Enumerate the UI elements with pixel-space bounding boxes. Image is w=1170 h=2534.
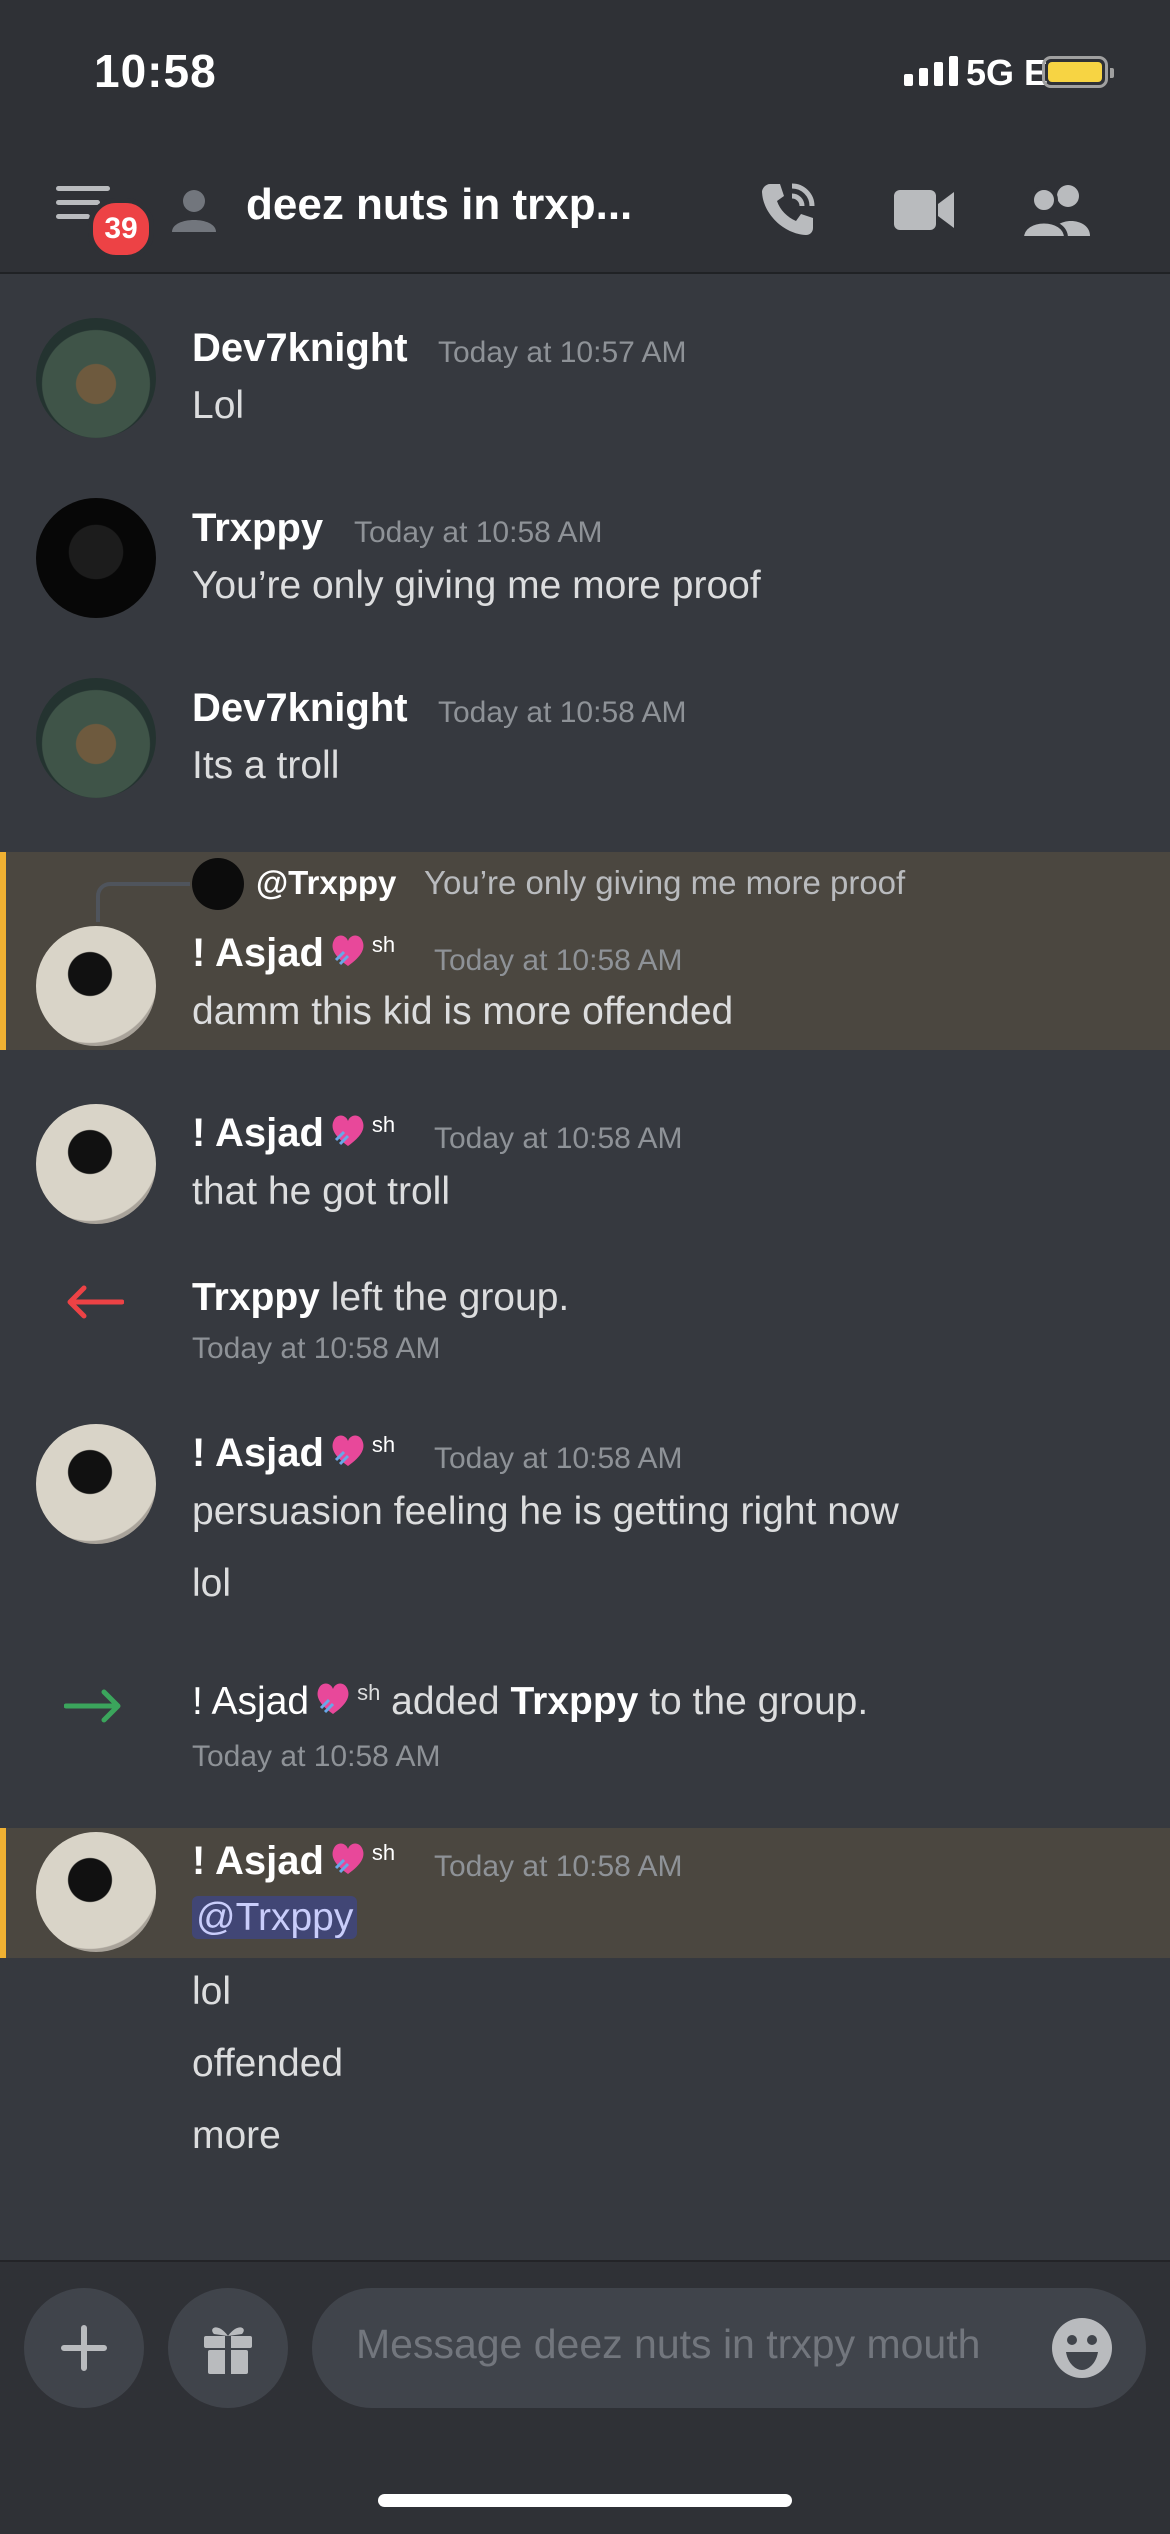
system-text: ! Asjad sh added Trxppy to the group. xyxy=(192,1680,869,1723)
avatar[interactable] xyxy=(36,318,156,438)
username[interactable]: ! Asjad sh xyxy=(192,1110,395,1156)
join-arrow-icon xyxy=(64,1689,121,1723)
username[interactable]: Dev7knight xyxy=(192,326,408,371)
message-text: lol xyxy=(192,1562,232,1605)
gift-icon xyxy=(204,2327,252,2374)
system-target-user[interactable]: Trxppy xyxy=(510,1680,638,1723)
timestamp: Today at 10:57 AM xyxy=(438,336,687,369)
timestamp: Today at 10:58 AM xyxy=(434,1850,683,1883)
message-text: @Trxppy xyxy=(192,1896,358,1940)
username[interactable]: ! Asjad sh xyxy=(192,1838,395,1884)
voice-call-icon[interactable] xyxy=(756,178,820,242)
message-input-placeholder: Message deez nuts in trxpy mouth xyxy=(356,2321,981,2367)
leave-arrow-icon xyxy=(67,1285,124,1319)
username[interactable]: Trxppy xyxy=(192,506,323,551)
home-indicator[interactable] xyxy=(378,2494,792,2507)
heart-emoji-icon xyxy=(332,1115,364,1146)
channel-title[interactable]: deez nuts in trxp... xyxy=(246,180,632,230)
message-text: Lol xyxy=(192,384,245,427)
message-text: lol xyxy=(192,1970,232,2013)
timestamp: Today at 10:58 AM xyxy=(354,516,603,549)
timestamp: Today at 10:58 AM xyxy=(434,944,683,977)
system-user[interactable]: Trxppy xyxy=(192,1276,320,1319)
message-group[interactable]: Trxppy Today at 10:58 AM You’re only giv… xyxy=(0,480,1170,640)
user-mention[interactable]: @Trxppy xyxy=(192,1896,358,1939)
timestamp: Today at 10:58 AM xyxy=(438,696,687,729)
username[interactable]: ! Asjad sh xyxy=(192,1430,395,1476)
message-group-highlighted[interactable]: @Trxppy You’re only giving me more proof… xyxy=(0,852,1170,1050)
avatar[interactable] xyxy=(36,1104,156,1224)
unread-badge: 39 xyxy=(88,198,154,260)
message-text: damm this kid is more offended xyxy=(192,990,734,1033)
message-group-highlighted[interactable]: ! Asjad sh Today at 10:58 AM @Trxppy xyxy=(0,1828,1170,1958)
gift-button[interactable] xyxy=(168,2288,288,2408)
message-text: You’re only giving me more proof xyxy=(192,564,761,607)
network-type: 5G E xyxy=(966,52,1049,93)
group-dm-icon xyxy=(172,190,216,232)
heart-emoji-icon xyxy=(317,1683,349,1714)
status-bar: 10:58 5G E xyxy=(0,0,1170,150)
username[interactable]: Dev7knight xyxy=(192,686,408,731)
members-icon[interactable] xyxy=(1020,182,1092,238)
message-text: persuasion feeling he is getting right n… xyxy=(192,1490,899,1533)
system-message-join: ! Asjad sh added Trxppy to the group. Tod… xyxy=(0,1670,1170,1790)
reply-author[interactable]: @Trxppy xyxy=(256,864,396,902)
avatar[interactable] xyxy=(36,678,156,798)
message-text: more xyxy=(192,2114,281,2157)
battery-icon xyxy=(1042,56,1114,88)
reply-connector xyxy=(96,882,190,922)
channel-header: 39 deez nuts in trxp... xyxy=(0,150,1170,274)
avatar[interactable] xyxy=(36,498,156,618)
emoji-icon[interactable] xyxy=(1050,2316,1114,2380)
status-time: 10:58 xyxy=(94,45,217,97)
system-message-leave: Trxppy left the group. Today at 10:58 AM xyxy=(0,1266,1170,1376)
message-group[interactable]: ! Asjad sh Today at 10:58 AM persuasion f… xyxy=(0,1420,1170,1620)
message-group[interactable]: Dev7knight Today at 10:58 AM Its a troll xyxy=(0,660,1170,820)
avatar[interactable] xyxy=(36,1832,156,1952)
heart-emoji-icon xyxy=(332,1843,364,1874)
message-text: Its a troll xyxy=(192,744,340,787)
timestamp: Today at 10:58 AM xyxy=(434,1122,683,1155)
timestamp: Today at 10:58 AM xyxy=(434,1442,683,1475)
heart-emoji-icon xyxy=(332,935,364,966)
message-group[interactable]: ! Asjad sh Today at 10:58 AM that he got … xyxy=(0,1100,1170,1260)
plus-icon xyxy=(61,2325,107,2371)
attach-button[interactable] xyxy=(24,2288,144,2408)
heart-emoji-icon xyxy=(332,1435,364,1466)
timestamp: Today at 10:58 AM xyxy=(192,1740,441,1773)
message-text: that he got troll xyxy=(192,1170,450,1213)
message-group[interactable]: Dev7knight Today at 10:57 AM Lol xyxy=(0,300,1170,460)
cellular-signal-icon xyxy=(904,56,958,86)
system-text: Trxppy left the group. xyxy=(192,1276,570,1319)
username[interactable]: ! Asjad sh xyxy=(192,930,395,976)
avatar[interactable] xyxy=(36,1424,156,1544)
timestamp: Today at 10:58 AM xyxy=(192,1332,441,1365)
video-call-icon[interactable] xyxy=(892,184,956,236)
system-user[interactable]: ! Asjad xyxy=(192,1680,309,1723)
message-text: offended xyxy=(192,2042,344,2085)
reply-avatar xyxy=(192,858,244,910)
reply-preview-text[interactable]: You’re only giving me more proof xyxy=(424,864,905,902)
avatar[interactable] xyxy=(36,926,156,1046)
